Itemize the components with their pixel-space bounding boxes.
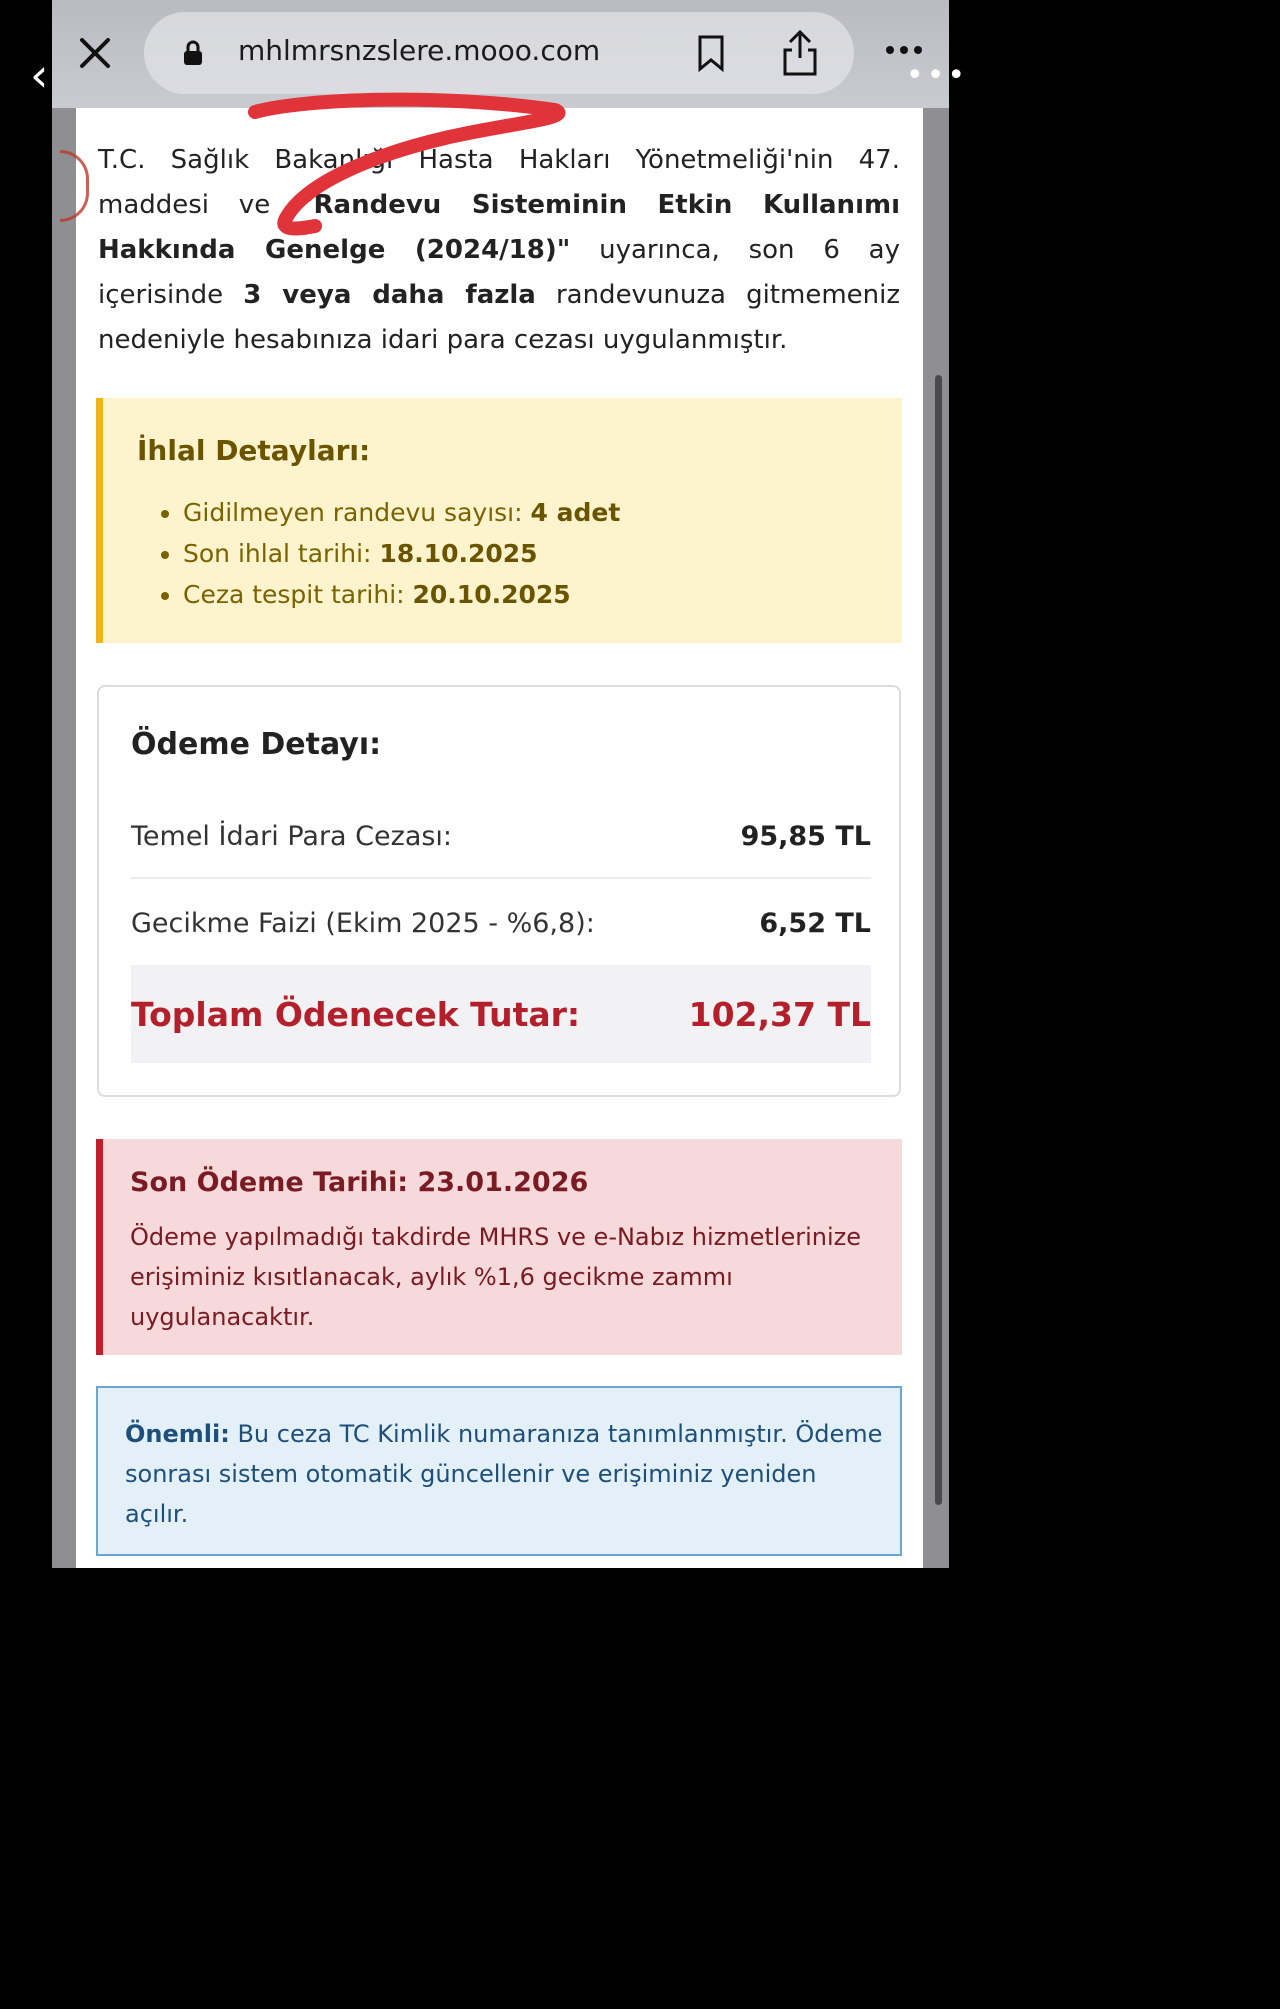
total-label: Toplam Ödenecek Tutar: [131,994,581,1034]
due-date-title: Son Ödeme Tarihi: 23.01.2026 [130,1167,589,1198]
payment-total-row: Toplam Ödenecek Tutar: 102,37 TL [131,965,871,1063]
list-item: Gidilmeyen randevu sayısı: 4 adet [183,492,620,533]
back-icon[interactable]: ‹ [30,52,48,98]
total-value: 102,37 TL [688,994,871,1034]
bookmark-icon[interactable] [696,34,726,72]
more-icon[interactable] [884,40,924,60]
due-date-text: Ödeme yapılmadığı takdirde MHRS ve e-Nab… [130,1223,862,1331]
list-item: Ceza tespit tarihi: 20.10.2025 [183,574,620,615]
payment-title: Ödeme Detayı: [131,727,382,762]
story-more-icon[interactable]: ••• [906,58,968,93]
violation-list: Gidilmeyen randevu sayısı: 4 adet Son ih… [143,492,620,615]
share-icon[interactable] [780,28,820,78]
red-scribble-annotation [248,92,566,236]
payment-row-base-fine: Temel İdari Para Cezası: 95,85 TL [131,821,871,852]
scrollbar[interactable] [935,375,942,1505]
url-text[interactable]: mhlmrsnzslere.mooo.com [238,34,600,67]
important-notice: Önemli: Bu ceza TC Kimlik numaranıza tan… [96,1386,902,1556]
due-date-alert: Son Ödeme Tarihi: 23.01.2026 Ödeme yapıl… [96,1139,902,1355]
violation-details-box: İhlal Detayları: Gidilmeyen randevu sayı… [96,398,902,643]
row-value: 6,52 TL [759,908,871,939]
lock-icon [182,40,204,66]
violation-title: İhlal Detayları: [137,434,371,467]
payment-row-interest: Gecikme Faizi (Ekim 2025 - %6,8): 6,52 T… [131,908,871,939]
row-value: 95,85 TL [740,821,871,852]
close-icon[interactable] [78,36,112,70]
list-item: Son ihlal tarihi: 18.10.2025 [183,533,620,574]
notice-text: Önemli: Bu ceza TC Kimlik numaranıza tan… [125,1420,883,1528]
divider [131,877,871,879]
row-label: Temel İdari Para Cezası: [131,821,453,852]
payment-details-card: Ödeme Detayı: Temel İdari Para Cezası: 9… [97,685,901,1097]
row-label: Gecikme Faizi (Ekim 2025 - %6,8): [131,908,595,939]
